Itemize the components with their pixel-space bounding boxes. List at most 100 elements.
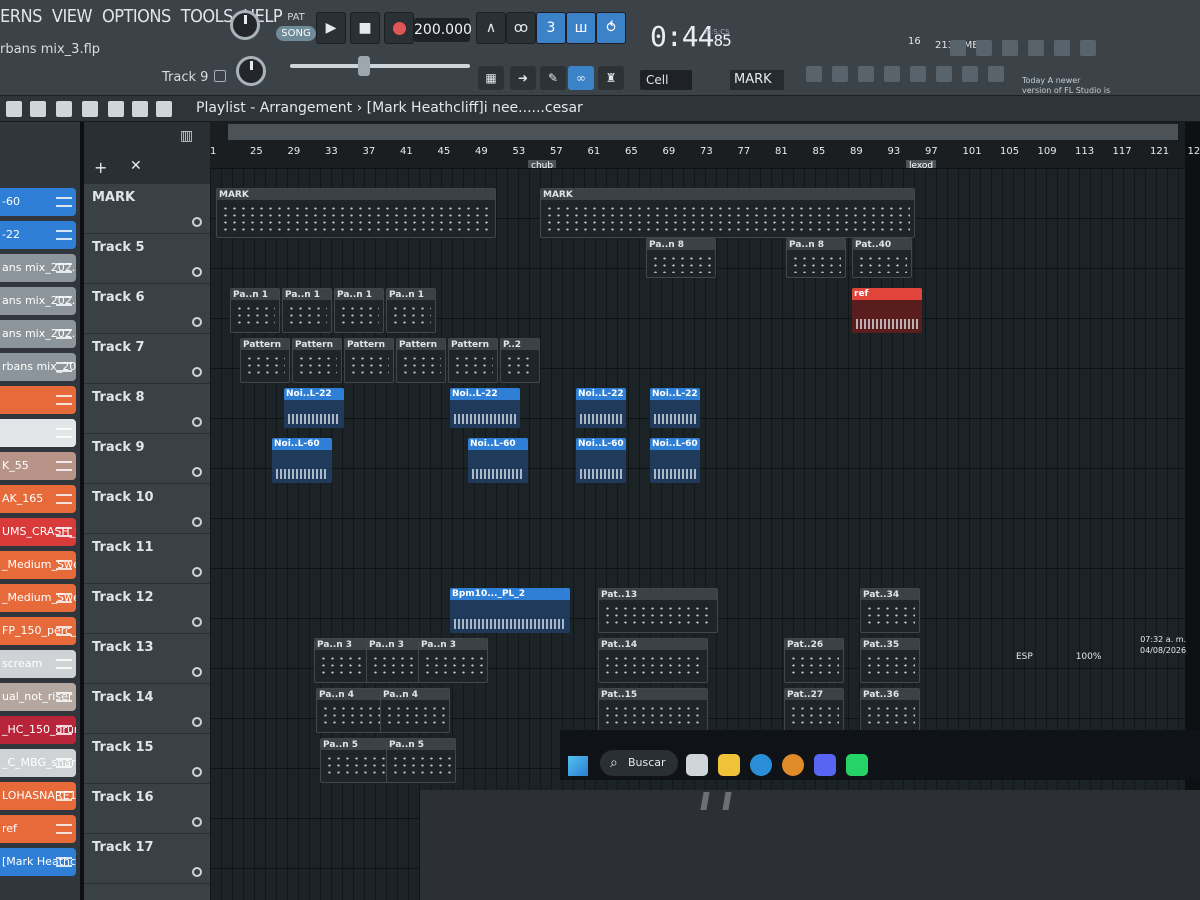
playlist-clip[interactable]: P..2 <box>500 338 540 383</box>
playlist-clip[interactable]: Pa..n 8 <box>786 238 846 278</box>
info-icon[interactable] <box>1054 40 1070 56</box>
mute-icon[interactable] <box>30 101 46 117</box>
track-name[interactable]: Track 11 <box>92 540 154 555</box>
slice-icon[interactable] <box>108 101 124 117</box>
zoom-icon[interactable] <box>6 101 22 117</box>
playlist-clip[interactable]: Noi..L-22 <box>284 388 344 428</box>
track-enable-icon[interactable] <box>192 317 202 327</box>
track-header[interactable]: Track 11 <box>84 534 210 584</box>
close-icon[interactable]: ✕ <box>130 158 142 174</box>
track-header[interactable]: Track 10 <box>84 484 210 534</box>
playlist-clip[interactable]: Pat..35 <box>860 638 920 683</box>
browser-item[interactable]: rbans mix_202... <box>0 353 76 381</box>
menu-item[interactable]: TOOLS <box>181 6 234 27</box>
magnify-icon[interactable] <box>132 101 148 117</box>
save-icon[interactable] <box>976 40 992 56</box>
speaker-icon[interactable] <box>156 101 172 117</box>
playlist-clip[interactable]: Noi..L-22 <box>450 388 520 428</box>
piano-icon[interactable]: ▥ <box>180 128 193 144</box>
track-enable-icon[interactable] <box>192 367 202 377</box>
taskbar-search[interactable]: Buscar <box>600 750 678 776</box>
track-name[interactable]: Track 9 <box>92 440 145 455</box>
channel-rack-icon[interactable] <box>832 66 848 82</box>
track-name[interactable]: Track 14 <box>92 690 154 705</box>
master-pitch-slider[interactable] <box>290 56 470 76</box>
help-icon[interactable] <box>950 40 966 56</box>
track-header[interactable]: Track 17 <box>84 834 210 884</box>
playlist-clip[interactable]: MARK <box>216 188 496 238</box>
playlist-clip[interactable]: Pa..n 1 <box>282 288 332 333</box>
battery-percent[interactable]: 100% <box>1076 652 1102 662</box>
playlist-icon[interactable] <box>884 66 900 82</box>
browser-item[interactable]: _Medium_Swe... <box>0 551 76 579</box>
track-enable-icon[interactable] <box>192 567 202 577</box>
track-header[interactable]: Track 13 <box>84 634 210 684</box>
stamp-icon[interactable]: ♜ <box>598 66 624 90</box>
step-edit-icon[interactable]: ш <box>566 12 596 44</box>
edge-icon[interactable] <box>750 754 772 776</box>
track-enable-icon[interactable] <box>192 517 202 527</box>
playlist-clip[interactable]: Pat..40 <box>852 238 912 278</box>
timeline-ruler[interactable]: 1 25 29 33 37 41 45 49 53 57 61 65 69 73 77 81 85 89 93 97 1… <box>210 122 1200 168</box>
tempo-display[interactable]: 200.000 <box>414 18 472 42</box>
arrow-icon[interactable]: ➜ <box>510 66 536 90</box>
track-name[interactable]: Track 17 <box>92 840 154 855</box>
playlist-clip[interactable]: Pattern <box>396 338 446 383</box>
browser-item[interactable]: ans mix_202... <box>0 287 76 315</box>
playlist-clip[interactable]: Pa..n 5 <box>386 738 456 783</box>
playlist-clip[interactable]: Bpm10..._PL_2 <box>450 588 570 633</box>
metronome-icon[interactable]: ∧ <box>476 12 506 44</box>
track-header[interactable]: Track 12 <box>84 584 210 634</box>
track-name[interactable]: Track 15 <box>92 740 154 755</box>
render-icon[interactable] <box>988 66 1004 82</box>
playlist-clip[interactable]: Pat..14 <box>598 638 708 683</box>
track-name[interactable]: Track 8 <box>92 390 145 405</box>
settings-icon[interactable] <box>1028 40 1044 56</box>
snap-select[interactable]: Cell <box>640 70 692 90</box>
menu-item[interactable]: VIEW <box>52 6 93 27</box>
select-icon[interactable] <box>82 101 98 117</box>
browser-item[interactable]: LOHASNARE1 <box>0 782 76 810</box>
loop-record-icon[interactable]: ⥀ <box>596 12 626 44</box>
playlist-clip[interactable]: Noi..L-60 <box>468 438 528 483</box>
track-header[interactable]: Track 6 <box>84 284 210 334</box>
track-header[interactable]: Track 16 <box>84 784 210 834</box>
whatsapp-icon[interactable] <box>846 754 868 776</box>
browser-item[interactable] <box>0 419 76 447</box>
playlist-clip[interactable]: Pa..n 1 <box>386 288 436 333</box>
playlist-clip[interactable]: Pattern <box>292 338 342 383</box>
playlist-clip[interactable]: Noi..L-22 <box>650 388 700 428</box>
browser-item[interactable]: AK_165 <box>0 485 76 513</box>
track-enable-icon[interactable] <box>192 467 202 477</box>
playlist-clip[interactable]: Pat..34 <box>860 588 920 633</box>
track-name[interactable]: Track 5 <box>92 240 145 255</box>
browser-item[interactable] <box>0 386 76 414</box>
playlist-clip[interactable]: ref <box>852 288 922 333</box>
playlist-breadcrumb[interactable]: [Mark Heathcliff]i nee......cesar <box>367 100 583 116</box>
track-enable-icon[interactable] <box>192 217 202 227</box>
track-header[interactable]: MARK <box>84 184 210 234</box>
track-enable-icon[interactable] <box>192 767 202 777</box>
playlist-clip[interactable]: Pat..15 <box>598 688 708 733</box>
mic-icon[interactable] <box>936 66 952 82</box>
playlist-clip[interactable]: Pattern <box>448 338 498 383</box>
track-header[interactable]: Track 8 <box>84 384 210 434</box>
main-volume-knob[interactable] <box>230 10 260 40</box>
stop-button[interactable]: ■ <box>350 12 380 44</box>
task-view-icon[interactable] <box>686 754 708 776</box>
browser-item[interactable]: -60 <box>0 188 76 216</box>
track-enable-icon[interactable] <box>192 417 202 427</box>
playlist-clip[interactable]: Pa..n 8 <box>646 238 716 278</box>
playlist-clip[interactable]: Pa..n 4 <box>316 688 386 733</box>
browser-item[interactable]: -22 <box>0 221 76 249</box>
browser-item[interactable]: _C_MBG_snare_one... <box>0 749 76 777</box>
track-enable-icon[interactable] <box>192 717 202 727</box>
playlist-clip[interactable]: Pat..36 <box>860 688 920 733</box>
system-clock[interactable]: 07:32 a. m. 04/08/2026 <box>1140 634 1186 656</box>
record-button[interactable] <box>384 12 414 44</box>
fl-studio-icon[interactable] <box>782 754 804 776</box>
browser-item[interactable]: [Mark Heathcliff]i nee... <box>0 848 76 876</box>
playlist-clip[interactable]: Pat..13 <box>598 588 718 633</box>
browser-item[interactable]: FP_150_perc_cy... <box>0 617 76 645</box>
export-icon[interactable] <box>1002 40 1018 56</box>
